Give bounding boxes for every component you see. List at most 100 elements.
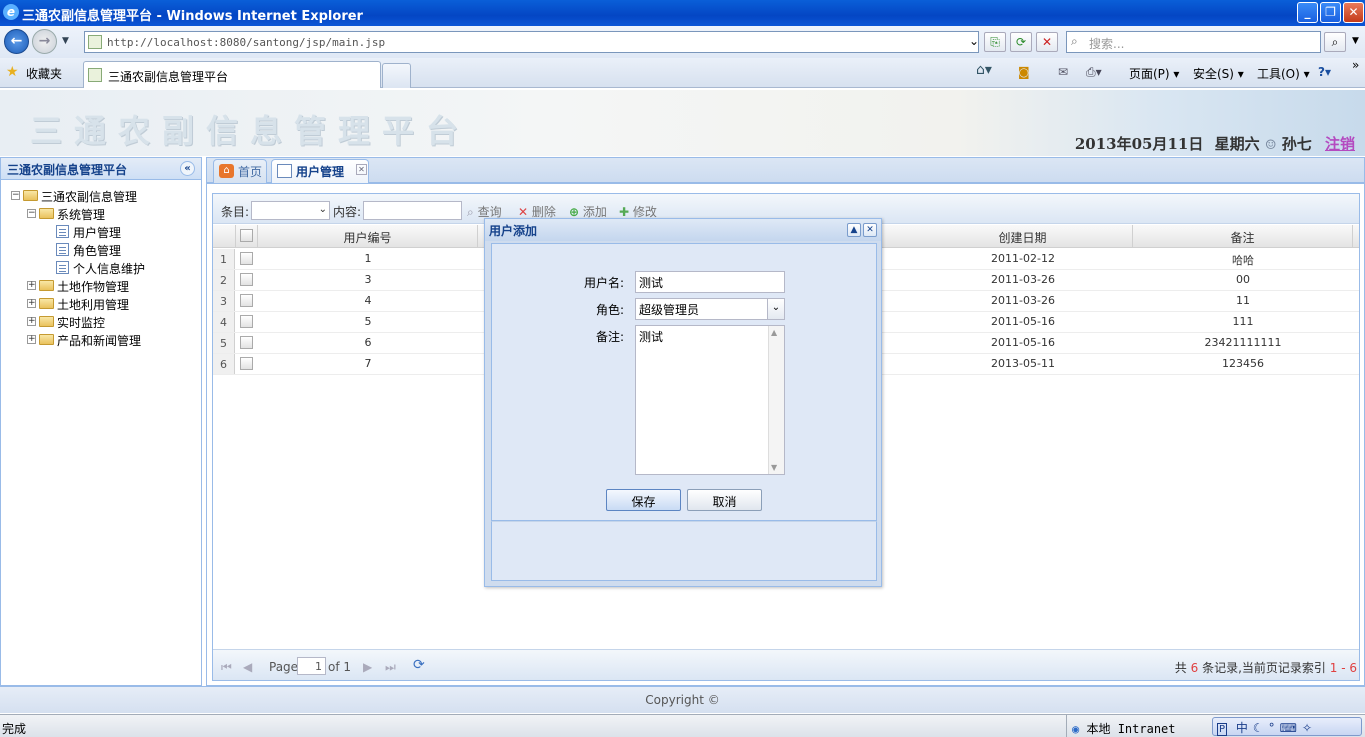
header-username: 孙七	[1281, 135, 1312, 153]
scroll-down-icon[interactable]: ▼	[771, 463, 777, 472]
content-input[interactable]	[363, 201, 462, 220]
row-checkbox[interactable]	[240, 357, 253, 370]
column-user-id[interactable]: 用户编号	[258, 225, 478, 247]
safety-menu[interactable]: 安全(S) ▾	[1193, 65, 1244, 82]
minimize-button[interactable]: _	[1297, 2, 1318, 23]
tree-node-monitor[interactable]: + 实时监控	[1, 313, 201, 331]
browser-tab[interactable]: 三通农副信息管理平台	[83, 61, 381, 88]
tree-toggle-icon[interactable]: −	[27, 209, 36, 218]
feeds-icon[interactable]: ◙	[1018, 65, 1030, 79]
stop-icon[interactable]: ✕	[1036, 32, 1058, 52]
cell-user-id: 5	[364, 315, 372, 328]
intranet-icon: ◉	[1072, 722, 1080, 736]
cell-remark: 00	[1236, 273, 1250, 286]
cell-remark: 11	[1236, 294, 1250, 307]
home-icon[interactable]: ⌂▾	[976, 62, 992, 78]
role-select[interactable]: 超级管理员 ⌄	[635, 298, 785, 320]
search-input[interactable]: ⌕ 搜索...	[1066, 31, 1321, 53]
tree-node-land-crop[interactable]: + 土地作物管理	[1, 277, 201, 295]
tab-close-icon[interactable]: ✕	[356, 164, 367, 175]
tree-node-user-management[interactable]: 用户管理	[1, 223, 201, 241]
chevron-more-icon[interactable]: »	[1352, 58, 1359, 72]
sidebar-collapse-button[interactable]: «	[180, 161, 195, 176]
print-icon[interactable]: ⎙▾	[1086, 65, 1102, 80]
column-remark[interactable]: 备注	[1133, 225, 1353, 247]
last-page-icon[interactable]: ⏭	[385, 660, 396, 675]
maximize-button[interactable]: ❐	[1320, 2, 1341, 23]
row-checkbox[interactable]	[240, 252, 253, 265]
column-created-date[interactable]: 创建日期	[913, 225, 1133, 247]
row-checkbox[interactable]	[240, 294, 253, 307]
compat-view-icon[interactable]: ⎘	[984, 32, 1006, 52]
window-title: 三通农副信息管理平台 - Windows Internet Explorer	[22, 9, 363, 24]
page-menu[interactable]: 页面(P) ▾	[1129, 65, 1179, 82]
cancel-button[interactable]: 取消	[687, 489, 762, 511]
tab-user-management[interactable]: 用户管理 ✕	[271, 159, 369, 183]
tree-node-role-management[interactable]: 角色管理	[1, 241, 201, 259]
first-page-icon[interactable]: ⏮	[221, 660, 232, 675]
forward-button[interactable]: →	[32, 29, 57, 54]
status-divider	[1066, 715, 1067, 737]
favorites-button[interactable]: 收藏夹	[26, 65, 62, 82]
tab-home[interactable]: ⌂ 首页	[213, 159, 267, 183]
prev-page-icon[interactable]: ◀	[243, 660, 252, 674]
ime-toolbar[interactable]: P 中☾°⌨✧	[1212, 717, 1362, 736]
logout-link[interactable]: 注销	[1325, 135, 1355, 153]
new-tab-button[interactable]	[382, 63, 411, 88]
page-menu-label: 页面(P)	[1129, 67, 1170, 81]
page-icon	[56, 225, 69, 238]
url-input[interactable]: http://localhost:8080/santong/jsp/main.j…	[84, 31, 979, 53]
tree-node-root[interactable]: − 三通农副信息管理	[1, 187, 201, 205]
chevron-down-icon[interactable]: ⌄	[767, 299, 784, 319]
window-title-bar: e 三通农副信息管理平台 - Windows Internet Explorer…	[0, 0, 1365, 26]
back-button[interactable]: ←	[4, 29, 29, 54]
ime-menu-icon[interactable]: ✧	[1302, 721, 1317, 735]
tools-menu[interactable]: 工具(O) ▾	[1257, 65, 1310, 82]
ime-moon-icon[interactable]: ☾	[1253, 721, 1269, 735]
row-number: 4	[213, 312, 235, 332]
tree-toggle-icon[interactable]: +	[27, 335, 36, 344]
save-button[interactable]: 保存	[606, 489, 681, 511]
row-checkbox[interactable]	[240, 336, 253, 349]
ime-mode[interactable]: 中	[1236, 721, 1253, 735]
select-all-checkbox[interactable]	[240, 229, 253, 242]
remark-textarea[interactable]: 测试 ▲ ▼	[635, 325, 785, 475]
tree-node-profile[interactable]: 个人信息维护	[1, 259, 201, 277]
search-glass-icon: ⌕	[1071, 34, 1078, 48]
ime-keyboard-icon[interactable]: ⌨	[1280, 721, 1302, 735]
refresh-icon[interactable]: ⟳	[1010, 32, 1032, 52]
mail-icon[interactable]: ✉	[1058, 65, 1068, 79]
tree-toggle-icon[interactable]: +	[27, 299, 36, 308]
remark-scrollbar[interactable]: ▲ ▼	[768, 326, 784, 474]
ime-punct-icon[interactable]: °	[1269, 721, 1280, 735]
close-window-button[interactable]: ✕	[1343, 2, 1364, 23]
username-input[interactable]: 测试	[635, 271, 785, 293]
tree-node-land-use[interactable]: + 土地利用管理	[1, 295, 201, 313]
url-dropdown-icon[interactable]: ⌄	[963, 32, 985, 52]
browser-tab-title: 三通农副信息管理平台	[108, 70, 229, 84]
search-options-icon[interactable]: ▼	[1352, 36, 1359, 46]
search-go-icon[interactable]: ⌕	[1324, 32, 1346, 52]
field-select[interactable]: ⌄	[251, 201, 330, 220]
dialog-collapse-icon[interactable]: ▲	[847, 223, 861, 237]
scroll-up-icon[interactable]: ▲	[771, 328, 777, 337]
refresh-icon[interactable]: ⟳	[413, 657, 425, 673]
row-checkbox[interactable]	[240, 315, 253, 328]
help-icon[interactable]: ?▾	[1318, 65, 1331, 79]
tree-node-label: 土地利用管理	[57, 298, 130, 312]
page-number-input[interactable]: 1	[297, 657, 326, 675]
field-label: 条目:	[221, 205, 250, 219]
favorites-star-icon[interactable]: ★	[6, 64, 19, 80]
dialog-close-icon[interactable]: ✕	[863, 223, 877, 237]
tree-toggle-icon[interactable]: +	[27, 281, 36, 290]
tree-toggle-icon[interactable]: −	[11, 191, 20, 200]
folder-icon	[23, 190, 38, 201]
tree-toggle-icon[interactable]: +	[27, 317, 36, 326]
chevron-down-icon: ⌄	[318, 204, 327, 215]
tree-node-system[interactable]: − 系统管理	[1, 205, 201, 223]
tree-node-products-news[interactable]: + 产品和新闻管理	[1, 331, 201, 349]
edit-label: 修改	[632, 205, 657, 219]
history-dropdown-icon[interactable]: ▼	[62, 36, 69, 46]
row-checkbox[interactable]	[240, 273, 253, 286]
next-page-icon[interactable]: ▶	[363, 660, 372, 674]
